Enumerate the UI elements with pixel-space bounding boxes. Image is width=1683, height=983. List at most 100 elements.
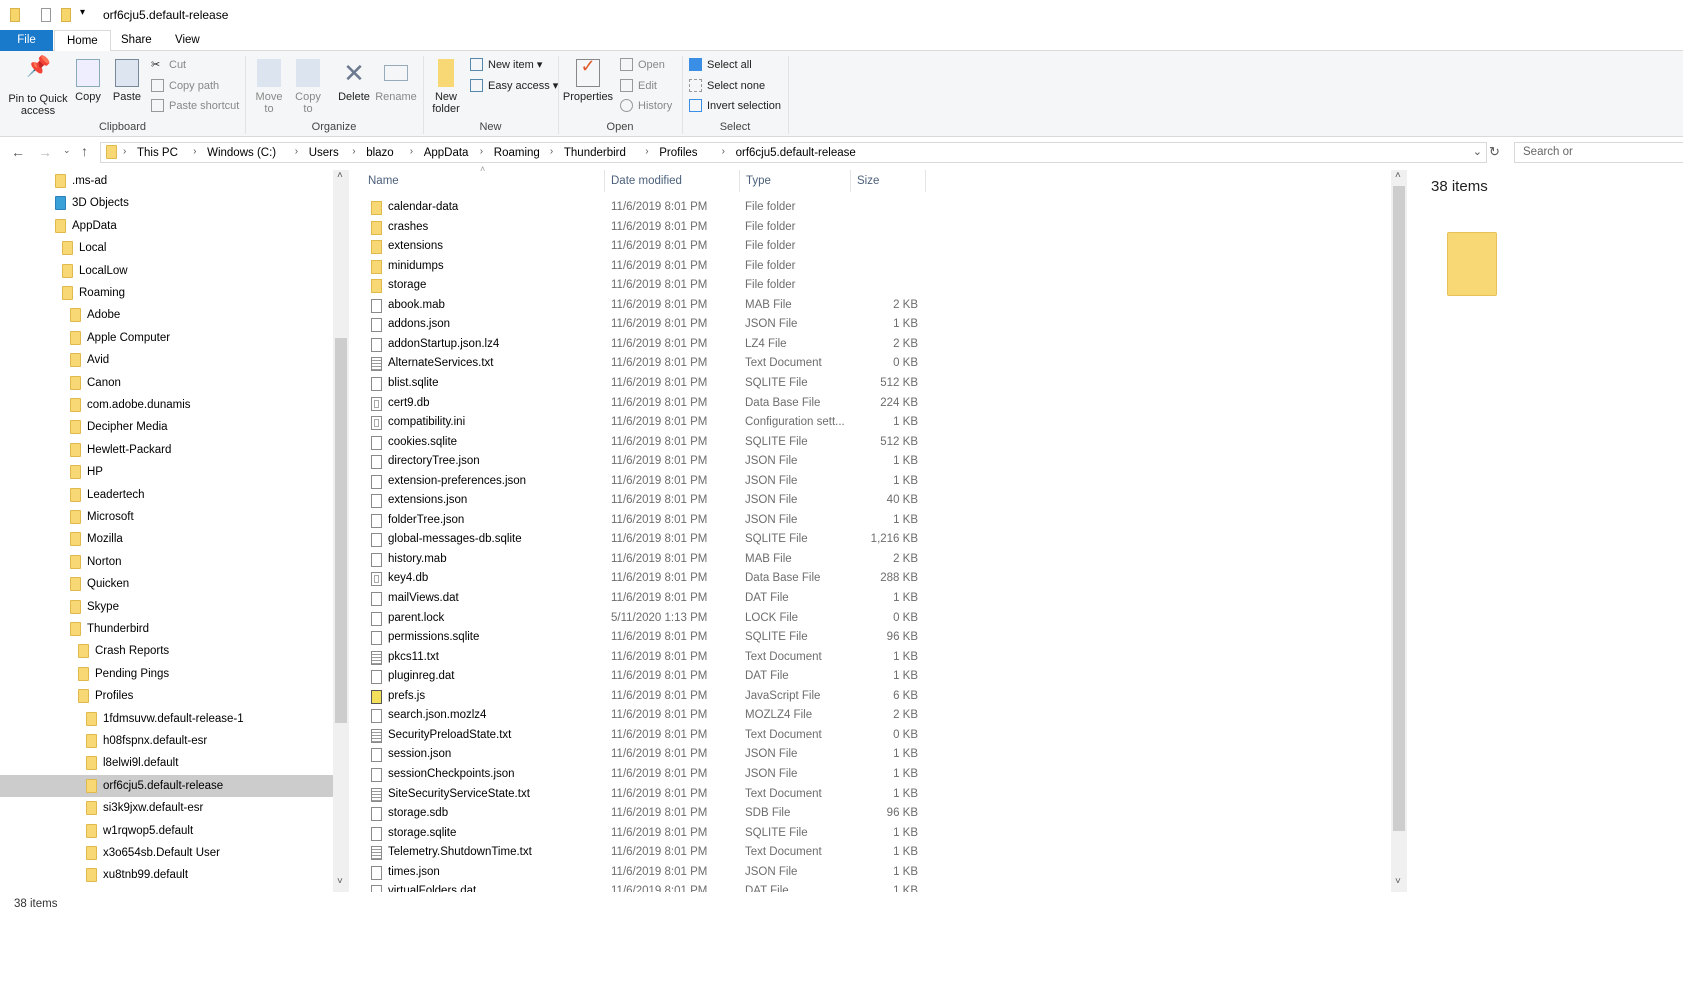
file-row[interactable]: parent.lock 5/11/2020 1:13 PM LOCK File 0 K… (363, 609, 928, 629)
paste-button[interactable]: Paste (112, 59, 142, 103)
tree-item[interactable]: orf6cju5.default-release (0, 774, 333, 797)
copy-button[interactable]: Copy (74, 59, 102, 103)
file-row[interactable]: addons.json 11/6/2019 8:01 PM JSON File 1 K… (363, 315, 928, 335)
file-row[interactable]: blist.sqlite 11/6/2019 8:01 PM SQLITE File… (363, 374, 928, 394)
column-header-type[interactable]: Type (746, 175, 771, 187)
tree-item[interactable]: Quicken (0, 573, 333, 595)
breadcrumb-chevron-icon[interactable]: › (550, 146, 553, 157)
tab-home[interactable]: Home (54, 30, 111, 52)
breadcrumb-chevron-icon[interactable]: › (352, 146, 355, 157)
breadcrumb-chevron-icon[interactable]: › (645, 146, 648, 157)
breadcrumb-item[interactable]: orf6cju5.default-release (736, 147, 856, 159)
column-divider[interactable] (604, 170, 605, 192)
file-row[interactable]: extensions 11/6/2019 8:01 PM File folder (363, 237, 928, 257)
pin-quick-access-button[interactable]: 📌 Pin to Quick access (4, 57, 72, 117)
file-row[interactable]: Telemetry.ShutdownTime.txt 11/6/2019 8:01… (363, 843, 928, 863)
move-to-button[interactable]: Move to (252, 59, 286, 115)
tree-item[interactable]: Canon (0, 372, 333, 394)
file-row[interactable]: extensions.json 11/6/2019 8:01 PM JSON Fil… (363, 491, 928, 511)
navigation-scrollbar[interactable]: ˄ ˅ (333, 170, 349, 892)
delete-button[interactable]: ✕ Delete (336, 59, 372, 103)
select-all-button[interactable]: Select all (689, 58, 752, 72)
breadcrumb-item[interactable]: Windows (C:) (207, 147, 276, 159)
tab-view[interactable]: View (163, 30, 212, 51)
breadcrumb-item[interactable]: Thunderbird (564, 147, 626, 159)
file-row[interactable]: SecurityPreloadState.txt 11/6/2019 8:01 P… (363, 726, 928, 746)
file-row[interactable]: sessionCheckpoints.json 11/6/2019 8:01 PM… (363, 765, 928, 785)
up-icon[interactable]: ↑ (81, 143, 88, 159)
edit-button[interactable]: Edit (620, 79, 657, 93)
breadcrumb-item[interactable]: Users (309, 147, 339, 159)
file-row[interactable]: cert9.db 11/6/2019 8:01 PM Data Base File 2… (363, 394, 928, 414)
paste-shortcut-button[interactable]: Paste shortcut (151, 99, 239, 113)
file-row[interactable]: mailViews.dat 11/6/2019 8:01 PM DAT File 1 … (363, 589, 928, 609)
breadcrumb-item[interactable]: AppData (424, 147, 469, 159)
breadcrumb-chevron-icon[interactable]: › (123, 146, 126, 157)
tree-item[interactable]: Crash Reports (0, 640, 333, 662)
column-divider[interactable] (925, 170, 926, 192)
file-row[interactable]: search.json.mozlz4 11/6/2019 8:01 PM MOZLZ… (363, 706, 928, 726)
tree-item[interactable]: Norton (0, 551, 333, 573)
new-folder-button[interactable]: New folder (428, 59, 464, 115)
address-dropdown-icon[interactable]: ⌄ (1473, 145, 1482, 158)
tab-share[interactable]: Share (109, 30, 164, 51)
back-icon[interactable]: ← (11, 144, 25, 160)
file-row[interactable]: storage.sqlite 11/6/2019 8:01 PM SQLITE Fi… (363, 824, 928, 844)
file-row[interactable]: folderTree.json 11/6/2019 8:01 PM JSON Fil… (363, 511, 928, 531)
file-row[interactable]: storage.sdb 11/6/2019 8:01 PM SDB File 96 K… (363, 804, 928, 824)
tree-item[interactable]: .ms-ad (0, 170, 333, 192)
tree-item[interactable]: Leadertech (0, 484, 333, 506)
tree-item[interactable]: Decipher Media (0, 416, 333, 438)
file-row[interactable]: storage 11/6/2019 8:01 PM File folder (363, 276, 928, 296)
file-row[interactable]: global-messages-db.sqlite 11/6/2019 8:01 … (363, 530, 928, 550)
file-row[interactable]: AlternateServices.txt 11/6/2019 8:01 PM Te… (363, 354, 928, 374)
tree-item[interactable]: 3D Objects (0, 192, 333, 214)
tree-item[interactable]: h08fspnx.default-esr (0, 730, 333, 752)
refresh-icon[interactable]: ↻ (1489, 144, 1500, 160)
tree-item[interactable]: si3k9jxw.default-esr (0, 797, 333, 819)
scroll-down-icon[interactable]: ˅ (1395, 876, 1401, 887)
tab-file[interactable]: File (0, 30, 53, 51)
tree-item[interactable]: Profiles (0, 685, 333, 707)
search-input[interactable]: Search or (1514, 142, 1683, 163)
properties-button[interactable]: ✓ Properties (562, 57, 614, 103)
file-row[interactable]: crashes 11/6/2019 8:01 PM File folder (363, 218, 928, 238)
breadcrumb-item[interactable]: blazo (366, 147, 394, 159)
file-row[interactable]: history.mab 11/6/2019 8:01 PM MAB File 2 KB (363, 550, 928, 570)
cut-button[interactable]: ✂ Cut (151, 58, 186, 72)
tree-item[interactable]: w1rqwop5.default (0, 820, 333, 842)
file-list-scrollbar[interactable]: ˄ ˅ (1391, 170, 1407, 892)
scroll-up-icon[interactable]: ˄ (1395, 170, 1401, 181)
column-header-date[interactable]: Date modified (611, 175, 682, 187)
file-row[interactable]: minidumps 11/6/2019 8:01 PM File folder (363, 257, 928, 277)
tree-item[interactable]: Mozilla (0, 528, 333, 550)
tree-item[interactable]: Roaming (0, 282, 333, 304)
tree-item[interactable]: LocalLow (0, 260, 333, 282)
column-header-name[interactable]: Name (368, 175, 399, 187)
breadcrumb-item[interactable]: Roaming (494, 147, 540, 159)
breadcrumb-chevron-icon[interactable]: › (410, 146, 413, 157)
tree-item[interactable]: Microsoft (0, 506, 333, 528)
file-row[interactable]: directoryTree.json 11/6/2019 8:01 PM JSON … (363, 452, 928, 472)
tree-item[interactable]: Hewlett-Packard (0, 439, 333, 461)
file-row[interactable]: abook.mab 11/6/2019 8:01 PM MAB File 2 KB (363, 296, 928, 316)
file-row[interactable]: prefs.js 11/6/2019 8:01 PM JavaScript File… (363, 687, 928, 707)
breadcrumb-chevron-icon[interactable]: › (193, 146, 196, 157)
history-button[interactable]: History (620, 99, 672, 113)
file-row[interactable]: addonStartup.json.lz4 11/6/2019 8:01 PM LZ… (363, 335, 928, 355)
breadcrumb-chevron-icon[interactable]: › (295, 146, 298, 157)
tree-item[interactable]: Pending Pings (0, 663, 333, 685)
properties-icon[interactable] (41, 8, 51, 22)
breadcrumb-chevron-icon[interactable]: › (480, 146, 483, 157)
tree-item[interactable]: HP (0, 461, 333, 483)
tree-item[interactable]: Apple Computer (0, 327, 333, 349)
column-divider[interactable] (850, 170, 851, 192)
file-row[interactable]: extension-preferences.json 11/6/2019 8:01… (363, 472, 928, 492)
breadcrumb-item[interactable]: Profiles (659, 147, 697, 159)
recent-locations-icon[interactable]: ⌄ (63, 145, 71, 156)
easy-access-button[interactable]: Easy access ▾ (470, 79, 558, 93)
file-row[interactable]: key4.db 11/6/2019 8:01 PM Data Base File 28… (363, 569, 928, 589)
tree-item[interactable]: Skype (0, 596, 333, 618)
tree-item[interactable]: Avid (0, 349, 333, 371)
tree-item[interactable]: 1fdmsuvw.default-release-1 (0, 708, 333, 730)
